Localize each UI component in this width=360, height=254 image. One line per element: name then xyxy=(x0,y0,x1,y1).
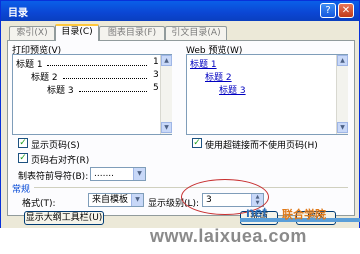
leader-dots xyxy=(47,60,147,66)
print-page-1: 1 xyxy=(153,57,159,67)
watermark-url: www.laixuea.com xyxy=(150,226,307,246)
web-entry-2[interactable]: 标题 2 xyxy=(205,70,232,83)
show-page-numbers-label: 显示页码(S) xyxy=(31,141,80,151)
format-value: 来自模板 xyxy=(92,195,129,205)
print-entry-3: 标题 3 xyxy=(47,86,74,96)
print-page-2: 3 xyxy=(153,70,159,80)
dialog-title: 目录 xyxy=(8,8,28,19)
watermark-school-name: 联合学院 xyxy=(282,208,326,221)
tab-panel: 打印预览(V) 标题 1 1 标题 2 3 标题 3 5 ▲ ▼ Web 预览(… xyxy=(7,40,355,225)
web-preview-box: 标题 1 标题 2 标题 3 ▲ ▼ xyxy=(186,54,348,135)
web-entry-1[interactable]: 标题 1 xyxy=(190,57,217,70)
leader-dots xyxy=(63,73,147,79)
close-button[interactable]: ✕ xyxy=(338,3,354,18)
help-button[interactable]: ? xyxy=(320,3,336,18)
right-align-checkbox[interactable]: ✓ xyxy=(18,153,28,163)
general-group-label: 常规 xyxy=(12,185,31,195)
web-entry-3[interactable]: 标题 3 xyxy=(219,83,246,96)
watermark-logo: net xyxy=(246,204,267,220)
format-select[interactable]: 来自模板 ▼ xyxy=(88,193,144,207)
chevron-down-icon[interactable]: ▼ xyxy=(131,194,143,206)
scroll-down-icon[interactable]: ▼ xyxy=(161,122,172,133)
show-page-numbers-checkbox[interactable]: ✓ xyxy=(18,138,28,148)
chevron-down-icon[interactable]: ▼ xyxy=(133,168,145,180)
right-align-label: 页码右对齐(R) xyxy=(31,156,90,166)
print-preview-box: 标题 1 1 标题 2 3 标题 3 5 ▲ ▼ xyxy=(12,54,172,135)
title-bar: 目录 ? ✕ xyxy=(1,1,359,21)
hyperlinks-label: 使用超链接而不使用页码(H) xyxy=(205,141,318,151)
print-entry-2: 标题 2 xyxy=(31,73,58,83)
hyperlinks-checkbox[interactable]: ✓ xyxy=(192,138,202,148)
tab-authorities[interactable]: 引文目录(A) xyxy=(165,26,227,40)
scroll-up-icon[interactable]: ▲ xyxy=(337,55,348,66)
format-label: 格式(T): xyxy=(22,199,56,209)
leader-dots xyxy=(79,86,147,92)
tab-leader-select[interactable]: ....... ▼ xyxy=(90,167,146,181)
show-outline-toolbar-button[interactable]: 显示大纲工具栏(U) xyxy=(24,211,104,225)
scroll-down-icon[interactable]: ▼ xyxy=(337,122,348,133)
scroll-up-icon[interactable]: ▲ xyxy=(161,55,172,66)
print-page-3: 5 xyxy=(153,83,159,93)
tab-leader-label: 制表符前导符(B): xyxy=(18,172,89,182)
tab-figures[interactable]: 图表目录(F) xyxy=(99,26,165,40)
print-preview-scrollbar[interactable]: ▲ ▼ xyxy=(160,55,172,134)
tab-index[interactable]: 索引(X) xyxy=(9,26,55,40)
web-preview-scrollbar[interactable]: ▲ ▼ xyxy=(336,55,348,134)
tab-toc[interactable]: 目录(C) xyxy=(55,24,99,41)
tab-leader-value: ....... xyxy=(94,169,115,179)
print-entry-1: 标题 1 xyxy=(16,60,43,70)
